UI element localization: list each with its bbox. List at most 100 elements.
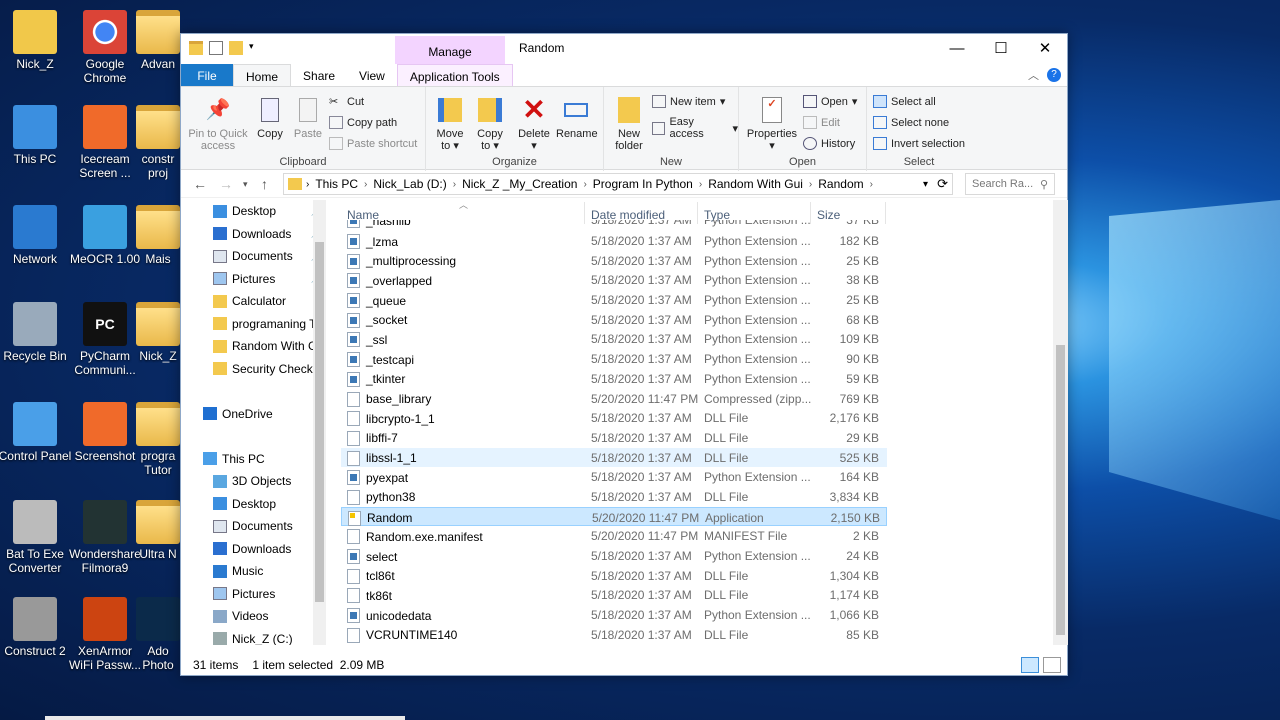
table-row[interactable]: select 5/18/2020 1:37 AM Python Extension … [341, 546, 887, 566]
breadcrumb-separator-icon[interactable]: › [870, 179, 873, 190]
nav-item[interactable]: Music [181, 560, 327, 583]
desktop-shortcut[interactable]: Recycle Bin [0, 302, 74, 363]
rename-button[interactable]: Rename [556, 95, 598, 140]
details-view-icon[interactable] [1021, 657, 1039, 673]
close-button[interactable]: ✕ [1023, 34, 1067, 62]
table-row[interactable]: VCRUNTIME140 5/18/2020 1:37 AM DLL File 85 … [341, 625, 887, 645]
title-bar[interactable]: ▾ Manage Random — ☐ ✕ [181, 34, 1067, 64]
breadcrumb-separator-icon[interactable]: › [583, 179, 586, 190]
breadcrumb-item[interactable]: Random With Gui › [708, 177, 818, 191]
breadcrumb-item[interactable]: This PC › [315, 177, 373, 191]
copy-to-button[interactable]: Copy to ▾ [472, 95, 508, 152]
desktop-shortcut[interactable]: Advan [136, 10, 180, 71]
breadcrumb-separator-icon[interactable]: › [699, 179, 702, 190]
paste-shortcut-button[interactable]: Paste shortcut [329, 137, 417, 150]
table-row[interactable]: tcl86t 5/18/2020 1:37 AM DLL File 1,304 KB [341, 566, 887, 586]
desktop-shortcut[interactable]: Bat To Exe Converter [0, 500, 74, 575]
desktop-shortcut[interactable]: Network [0, 205, 74, 266]
table-row[interactable]: libssl-1_1 5/18/2020 1:37 AM DLL File 525 K… [341, 447, 887, 468]
nav-item[interactable]: Documents📌 [181, 245, 327, 268]
nav-item[interactable]: Pictures [181, 583, 327, 606]
address-dropdown-icon[interactable]: ▾ [923, 179, 928, 190]
collapse-ribbon-icon[interactable]: ︿ [1028, 67, 1039, 83]
file-scroll-thumb[interactable] [1056, 345, 1065, 635]
breadcrumb-item[interactable]: Nick_Lab (D:) › [373, 177, 462, 191]
edit-button[interactable]: Edit [803, 116, 840, 129]
table-row[interactable]: _testcapi 5/18/2020 1:37 AM Python Extensi… [341, 349, 887, 369]
desktop-shortcut[interactable]: Icecream Screen ... [66, 105, 144, 180]
nav-item[interactable]: Desktop [181, 493, 327, 516]
refresh-icon[interactable]: ⟳ [937, 176, 948, 192]
help-icon[interactable]: ? [1047, 68, 1061, 82]
table-row[interactable]: _tkinter 5/18/2020 1:37 AM Python Extensio… [341, 369, 887, 389]
breadcrumb-separator-icon[interactable]: › [809, 179, 812, 190]
breadcrumb-item[interactable]: Nick_Z _My_Creation › [462, 177, 593, 191]
nav-item[interactable]: Downloads [181, 538, 327, 561]
table-row[interactable]: libffi-7 5/18/2020 1:37 AM DLL File 29 KB [341, 428, 887, 448]
tab-share[interactable]: Share [291, 64, 347, 86]
desktop-shortcut[interactable]: Ultra N [136, 500, 180, 561]
search-input[interactable]: Search Ra... ⚲ [965, 173, 1055, 195]
nav-item[interactable]: Pictures📌 [181, 268, 327, 291]
desktop-shortcut[interactable]: Mais [136, 205, 180, 266]
nav-item[interactable]: programaning T [181, 313, 327, 336]
desktop-shortcut[interactable]: Screenshot [66, 402, 144, 463]
breadcrumb-separator-icon[interactable]: › [364, 179, 367, 190]
copy-button[interactable]: Copy [253, 95, 287, 140]
nav-scrollbar[interactable] [313, 200, 326, 645]
breadcrumb-item[interactable]: Random › [818, 177, 879, 191]
nav-scroll-thumb[interactable] [315, 242, 324, 602]
customize-toolbar-icon[interactable]: ▾ [249, 41, 257, 55]
table-row[interactable]: Random.exe.manifest 5/20/2020 11:47 PM MAN… [341, 526, 887, 546]
desktop-shortcut[interactable]: Google Chrome [66, 10, 144, 85]
select-none-button[interactable]: Select none [873, 116, 949, 129]
desktop-shortcut[interactable]: Nick_Z [136, 302, 180, 363]
desktop-shortcut[interactable]: XenArmor WiFi Passw... [66, 597, 144, 672]
new-folder-button[interactable]: New folder [610, 95, 648, 152]
table-row[interactable]: _queue 5/18/2020 1:37 AM Python Extension … [341, 290, 887, 310]
breadcrumb-separator-icon[interactable]: › [453, 179, 456, 190]
table-row[interactable]: _hashlib 5/18/2020 1:37 AM Python Extensio… [341, 220, 887, 231]
nav-item[interactable]: This PC [181, 448, 327, 471]
nav-item[interactable]: Downloads📌 [181, 223, 327, 246]
tab-view[interactable]: View [347, 64, 397, 86]
table-row[interactable]: _overlapped 5/18/2020 1:37 AM Python Exten… [341, 270, 887, 290]
table-row[interactable]: Random 5/20/2020 11:47 PM Application 2,150… [341, 506, 887, 527]
table-row[interactable]: unicodedata 5/18/2020 1:37 AM Python Exten… [341, 605, 887, 625]
nav-item[interactable]: Desktop📌 [181, 200, 327, 223]
invert-selection-button[interactable]: Invert selection [873, 137, 965, 150]
file-list-scrollbar[interactable] [1053, 200, 1068, 645]
desktop-shortcut[interactable]: MeOCR 1.00 [66, 205, 144, 266]
tab-file[interactable]: File [181, 64, 233, 86]
recent-chevron-icon[interactable]: ▾ [243, 179, 248, 190]
move-to-button[interactable]: Move to ▾ [432, 95, 468, 152]
delete-button[interactable]: ✕ Delete ▾ [516, 95, 552, 153]
properties-button[interactable]: ✓ Properties ▾ [743, 95, 801, 152]
desktop-shortcut[interactable]: Control Panel [0, 402, 74, 463]
file-explorer-window[interactable]: ▾ Manage Random — ☐ ✕ File Home Share Vi… [180, 33, 1068, 676]
nav-item[interactable]: Security Check [181, 358, 327, 381]
table-row[interactable]: _ssl 5/18/2020 1:37 AM Python Extension ..… [341, 329, 887, 349]
minimize-button[interactable]: — [935, 34, 979, 62]
easy-access-button[interactable]: Easy access ▾ [652, 116, 738, 140]
nav-item[interactable]: Nick_Z (C:) [181, 628, 327, 645]
properties-check-icon[interactable] [209, 41, 223, 55]
table-row[interactable]: _socket 5/18/2020 1:37 AM Python Extension… [341, 310, 887, 330]
select-all-button[interactable]: Select all [873, 95, 936, 108]
table-row[interactable]: _multiprocessing 5/18/2020 1:37 AM Python … [341, 251, 887, 271]
table-row[interactable]: tk86t 5/18/2020 1:37 AM DLL File 1,174 KB [341, 585, 887, 605]
nav-item[interactable]: Videos [181, 605, 327, 628]
nav-item[interactable]: 3D Objects [181, 470, 327, 493]
nav-item[interactable]: Calculator [181, 290, 327, 313]
folder-icon[interactable] [189, 41, 203, 55]
up-arrow-icon[interactable]: ↑ [261, 176, 268, 192]
desktop-shortcut[interactable]: Wondershare Filmora9 [66, 500, 144, 575]
paste-button[interactable]: Paste [291, 95, 325, 140]
nav-item[interactable]: Random With Gu [181, 335, 327, 358]
pin-quick-access-button[interactable]: 📌 Pin to Quick access [185, 95, 251, 152]
address-bar[interactable]: › This PC › Nick_Lab (D:) › Nick_Z _My_Creat… [283, 173, 953, 195]
large-icons-view-icon[interactable] [1043, 657, 1061, 673]
desktop-shortcut[interactable]: Nick_Z [0, 10, 74, 71]
open-button[interactable]: Open ▾ [803, 95, 857, 108]
back-arrow-icon[interactable]: ← [193, 176, 207, 192]
